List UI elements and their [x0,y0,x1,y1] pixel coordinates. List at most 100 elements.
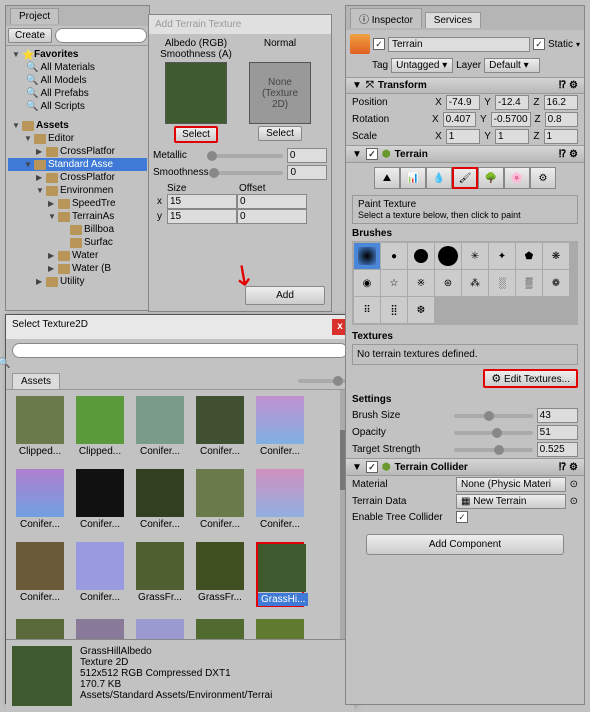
texture-item[interactable]: Clipped... [16,396,64,457]
active-checkbox[interactable] [373,38,385,50]
smoothness-slider[interactable] [209,171,284,175]
brush-size-slider[interactable] [454,414,533,418]
metallic-value[interactable]: 0 [287,148,327,163]
scl-x[interactable]: 1 [446,129,480,144]
brush-item[interactable] [435,243,461,269]
texture-item[interactable]: Palm_D... [196,619,244,639]
project-tab[interactable]: Project [10,8,59,24]
brush-item[interactable] [354,243,380,269]
smooth-tool[interactable]: 💧 [426,167,452,189]
settings-tool[interactable]: ⚙ [530,167,556,189]
brush-item[interactable]: ⣿ [381,297,407,323]
brush-item[interactable]: ✳ [462,243,488,269]
tree-item[interactable]: ▶SpeedTre [8,197,147,210]
edit-textures-button[interactable]: Edit Textures... [483,369,578,388]
assets-tab[interactable]: Assets [12,373,60,389]
texture-item-selected[interactable]: GrassHi... [256,542,304,607]
thumbnail-size-slider[interactable] [298,379,348,383]
tree-item[interactable]: ▼Editor [8,132,147,145]
opacity-slider[interactable] [454,431,533,435]
texture-item[interactable]: Conifer... [256,396,304,457]
transform-header[interactable]: Transform [378,80,427,91]
metallic-slider[interactable] [207,154,283,158]
brush-item[interactable]: ❁ [543,270,569,296]
detail-tool[interactable]: 🌸 [504,167,530,189]
tree-item[interactable]: Billboa [8,223,147,236]
name-input[interactable] [388,37,530,52]
texture-item[interactable]: Conifer... [136,396,184,457]
texture-item[interactable]: MudRock... [136,619,184,639]
rot-z[interactable]: 0.8 [545,112,578,127]
create-button[interactable]: Create [8,28,52,43]
collider-header[interactable]: Terrain Collider [395,462,468,473]
texture-item[interactable]: Conifer... [76,542,124,607]
texture-search[interactable] [12,343,348,358]
brush-item[interactable]: ❋ [543,243,569,269]
brush-size-val[interactable]: 43 [537,408,578,423]
tree-item[interactable]: ▶CrossPlatfor [8,145,147,158]
texture-item[interactable]: Conifer... [196,469,244,530]
services-tab[interactable]: Services [425,12,481,28]
tree-item[interactable]: ▶CrossPlatfor [8,171,147,184]
brush-item[interactable]: ⬟ [516,243,542,269]
texture-item[interactable]: GrassFr... [196,542,244,607]
raise-tool[interactable]: ⛰ [374,167,400,189]
fav-item[interactable]: 🔍All Models [8,74,147,87]
brush-item[interactable]: ※ [408,270,434,296]
pos-z[interactable]: 16.2 [544,95,578,110]
brush-item[interactable]: ☆ [381,270,407,296]
smoothness-value[interactable]: 0 [287,165,327,180]
paint-texture-tool[interactable]: 🖌 [452,167,478,189]
paint-height-tool[interactable]: 📊 [400,167,426,189]
terrain-header[interactable]: Terrain [395,149,428,160]
brush-item[interactable]: ◉ [354,270,380,296]
texture-item[interactable]: Conifer... [76,469,124,530]
brush-item[interactable]: ❆ [408,297,434,323]
brush-item[interactable] [408,243,434,269]
texture-item[interactable]: GrassR... [16,619,64,639]
brush-item[interactable]: ⁂ [462,270,488,296]
brush-item[interactable]: ⠿ [354,297,380,323]
tree-item[interactable]: ▼Environmen [8,184,147,197]
inspector-tab[interactable]: ⓘ Inspector [350,8,422,28]
add-button[interactable]: Add [245,286,325,305]
texture-item[interactable]: MudRoc... [76,619,124,639]
select-albedo-button[interactable]: Select [174,126,218,143]
size-y-input[interactable] [167,209,237,224]
texture-item[interactable]: GrassFr... [136,542,184,607]
texture-item[interactable]: Conifer... [136,469,184,530]
tree-tool[interactable]: 🌳 [478,167,504,189]
rot-x[interactable]: 0.407 [443,112,476,127]
tree-item[interactable]: ▶Utility [8,275,147,288]
rot-y[interactable]: -0.5700 [491,112,531,127]
collider-enable-checkbox[interactable] [366,461,378,473]
texture-item[interactable]: Conifer... [196,396,244,457]
tree-item[interactable]: ▶Water [8,249,147,262]
tag-dropdown[interactable]: Untagged ▾ [391,58,453,73]
brush-item[interactable]: ░ [489,270,515,296]
terrain-data-field[interactable]: ▦ New Terrain [456,494,566,509]
brush-item[interactable]: ✦ [489,243,515,269]
material-field[interactable]: None (Physic Materi [456,477,566,492]
select-normal-button[interactable]: Select [258,126,302,141]
tree-item[interactable]: Surfac [8,236,147,249]
brush-item[interactable]: ▒ [516,270,542,296]
size-x-input[interactable] [167,194,237,209]
static-checkbox[interactable] [533,38,545,50]
texture-item[interactable]: Palm_D... [256,619,304,639]
texture-item[interactable]: Conifer... [16,469,64,530]
tree-item[interactable]: ▼TerrainAs [8,210,147,223]
add-component-button[interactable]: Add Component [366,534,564,555]
tree-item[interactable]: ▼Standard Asse [8,158,147,171]
tree-item[interactable]: ▶Water (B [8,262,147,275]
scl-z[interactable]: 1 [544,129,578,144]
fav-item[interactable]: 🔍All Prefabs [8,87,147,100]
pos-y[interactable]: -12.4 [495,95,529,110]
target-strength-val[interactable]: 0.525 [537,442,578,457]
fav-item[interactable]: 🔍All Scripts [8,100,147,113]
texture-item[interactable]: Clipped... [76,396,124,457]
texture-item[interactable]: Conifer... [256,469,304,530]
scl-y[interactable]: 1 [495,129,529,144]
fav-item[interactable]: 🔍All Materials [8,61,147,74]
project-search[interactable] [55,28,147,43]
